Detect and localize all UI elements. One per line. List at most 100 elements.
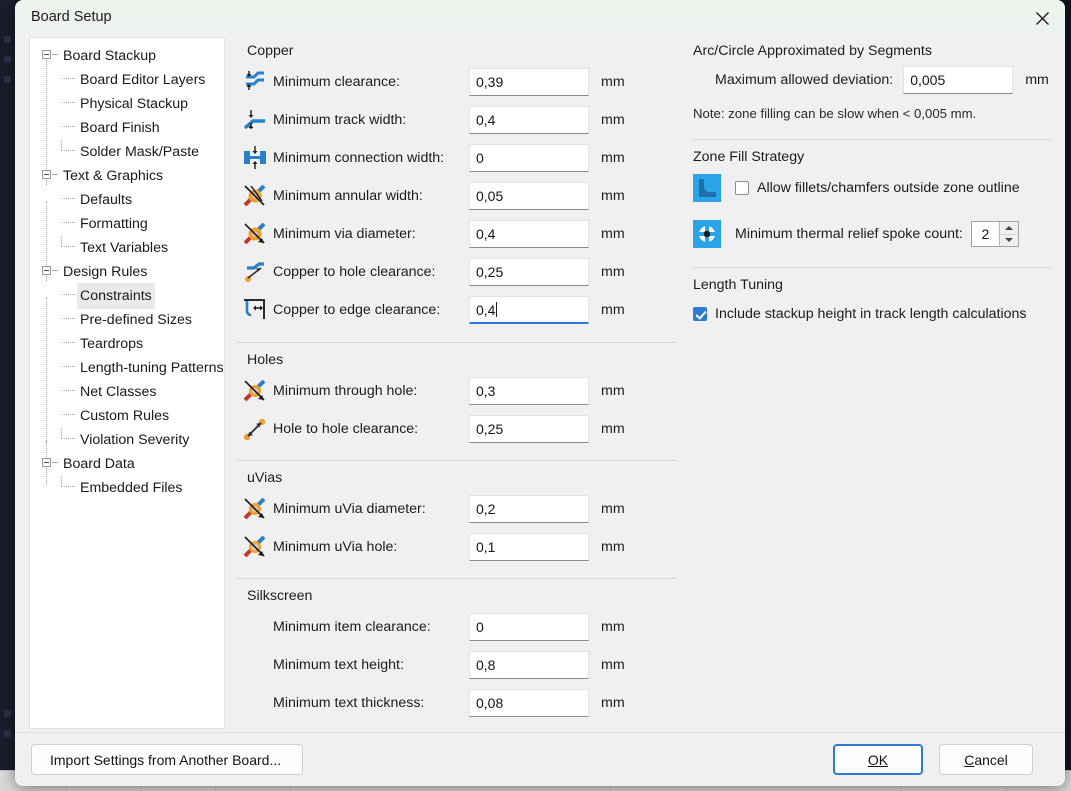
zone-filling-note: Note: zone filling can be slow when < 0,… xyxy=(693,106,977,121)
stepper-down-button[interactable] xyxy=(999,233,1018,247)
field-label: Minimum clearance: xyxy=(273,74,400,90)
hole-to-hole-clearance-input[interactable]: 0,25 xyxy=(469,415,589,443)
sidebar-item-custom-rules[interactable]: Custom Rules xyxy=(30,403,224,427)
dialog-body: Board Stackup Board Editor Layers Physic… xyxy=(15,37,1065,733)
minimum-uvia-hole-input[interactable]: 0,1 xyxy=(469,533,589,561)
sidebar-item-teardrops[interactable]: Teardrops xyxy=(30,331,224,355)
field-value: 0,08 xyxy=(476,695,504,711)
expander-icon[interactable] xyxy=(42,50,51,59)
field-row-minimum-uvia-diameter: Minimum uVia diameter: 0,2 mm xyxy=(237,490,677,528)
settings-tree[interactable]: Board Stackup Board Editor Layers Physic… xyxy=(29,37,225,729)
field-row-copper-to-edge-clearance: Copper to edge clearance: 0,4 mm xyxy=(237,291,677,329)
expander-icon[interactable] xyxy=(42,170,51,179)
copper-to-hole-clearance-input[interactable]: 0,25 xyxy=(469,258,589,286)
sidebar-item-label: Formatting xyxy=(80,216,148,232)
field-value: 0,05 xyxy=(476,188,504,204)
sidebar-item-pre-defined-sizes[interactable]: Pre-defined Sizes xyxy=(30,307,224,331)
minimum-text-thickness-input[interactable]: 0,08 xyxy=(469,689,589,717)
sidebar-item-formatting[interactable]: Formatting xyxy=(30,211,224,235)
sidebar-item-board-stackup[interactable]: Board Stackup xyxy=(30,43,224,67)
sidebar-item-label: Solder Mask/Paste xyxy=(80,144,200,160)
ok-button[interactable]: OK xyxy=(833,744,923,775)
min-through-hole-icon xyxy=(237,376,273,406)
sidebar-item-board-editor-layers[interactable]: Board Editor Layers xyxy=(30,67,224,91)
sidebar-item-violation-severity[interactable]: Violation Severity xyxy=(30,427,224,451)
sidebar-item-label: Board Finish xyxy=(80,120,160,136)
field-unit: mm xyxy=(601,421,625,437)
close-icon xyxy=(1035,12,1049,25)
field-label: Minimum track width: xyxy=(273,112,407,128)
field-label: Minimum text height: xyxy=(273,657,404,673)
min-clearance-icon xyxy=(237,67,273,97)
sidebar-item-text-variables[interactable]: Text Variables xyxy=(30,235,224,259)
include-stackup-checkbox[interactable] xyxy=(693,307,707,321)
silkscreen-group-title: Silkscreen xyxy=(247,588,313,604)
spoke-count-value: 2 xyxy=(981,226,990,242)
minimum-annular-width-input[interactable]: 0,05 xyxy=(469,182,589,210)
maximum-allowed-deviation-input[interactable]: 0,005 xyxy=(903,66,1014,94)
sidebar-item-board-finish[interactable]: Board Finish xyxy=(30,115,224,139)
cancel-button[interactable]: Cancel xyxy=(939,744,1033,775)
field-label: Copper to hole clearance: xyxy=(273,264,436,280)
sidebar-item-defaults[interactable]: Defaults xyxy=(30,187,224,211)
sidebar-item-label: Pre-defined Sizes xyxy=(80,312,192,328)
minimum-through-hole-input[interactable]: 0,3 xyxy=(469,377,589,405)
close-button[interactable] xyxy=(1019,0,1065,37)
uvias-group-title: uVias xyxy=(247,470,283,486)
field-label: Minimum uVia diameter: xyxy=(273,501,426,517)
stepper-up-button[interactable] xyxy=(1000,222,1018,234)
sidebar-item-constraints[interactable]: Constraints xyxy=(30,283,224,309)
minimum-via-diameter-input[interactable]: 0,4 xyxy=(469,220,589,248)
sidebar-item-label: Board Editor Layers xyxy=(80,72,206,88)
minimum-text-height-input[interactable]: 0,8 xyxy=(469,651,589,679)
sidebar-item-solder-mask-paste[interactable]: Solder Mask/Paste xyxy=(30,139,224,163)
field-value: 0 xyxy=(476,150,484,166)
field-value: 0,25 xyxy=(476,264,504,280)
field-row-minimum-track-width: Minimum track width: 0,4 mm xyxy=(237,101,677,139)
copper-group-title: Copper xyxy=(247,43,294,59)
sidebar-item-label: Defaults xyxy=(80,192,133,208)
sidebar-item-label: Embedded Files xyxy=(80,480,183,496)
expander-icon[interactable] xyxy=(42,458,51,467)
field-row-minimum-via-diameter: Minimum via diameter: 0,4 mm xyxy=(237,215,677,253)
sidebar-item-physical-stackup[interactable]: Physical Stackup xyxy=(30,91,224,115)
minimum-track-width-input[interactable]: 0,4 xyxy=(469,106,589,134)
minimum-connection-width-input[interactable]: 0 xyxy=(469,144,589,172)
sidebar-item-length-tuning-patterns[interactable]: Length-tuning Patterns xyxy=(30,355,224,379)
sidebar-item-design-rules[interactable]: Design Rules xyxy=(30,259,224,283)
field-row-copper-to-hole-clearance: Copper to hole clearance: 0,25 mm xyxy=(237,253,677,291)
minimum-clearance-input[interactable]: 0,39 xyxy=(469,68,589,96)
field-unit: mm xyxy=(601,619,625,635)
dialog-titlebar[interactable]: Board Setup xyxy=(15,0,1065,38)
sidebar-item-board-data[interactable]: Board Data xyxy=(30,451,224,475)
board-setup-dialog: Board Setup Board Stackup Board Editor L… xyxy=(15,0,1065,786)
spoke-count-label: Minimum thermal relief spoke count: xyxy=(735,226,963,242)
allow-fillets-checkbox[interactable] xyxy=(735,181,749,195)
minimum-uvia-diameter-input[interactable]: 0,2 xyxy=(469,495,589,523)
spoke-count-stepper[interactable]: 2 xyxy=(970,221,1019,247)
min-connection-width-icon xyxy=(237,143,273,173)
expander-icon[interactable] xyxy=(42,266,51,275)
field-row-minimum-uvia-hole: Minimum uVia hole: 0,1 mm xyxy=(237,528,677,566)
field-value: 0,2 xyxy=(476,501,496,517)
import-settings-button[interactable]: Import Settings from Another Board... xyxy=(31,744,303,775)
field-unit: mm xyxy=(601,657,625,673)
copper-to-edge-clearance-input[interactable]: 0,4 xyxy=(469,296,589,324)
stepper-arrows[interactable] xyxy=(998,222,1018,247)
minimum-item-clearance-input[interactable]: 0 xyxy=(469,613,589,641)
sidebar-item-text-graphics[interactable]: Text & Graphics xyxy=(30,163,224,187)
field-label: Minimum via diameter: xyxy=(273,226,416,242)
field-row-maximum-allowed-deviation: Maximum allowed deviation: 0,005 mm xyxy=(693,63,1051,97)
sidebar-item-label: Text Variables xyxy=(80,240,169,256)
field-value: 0,39 xyxy=(476,74,504,90)
field-value: 0,005 xyxy=(910,72,946,88)
zone-fill-group-title: Zone Fill Strategy xyxy=(693,149,805,165)
field-value: 0,3 xyxy=(476,383,496,399)
ok-button-label: OK xyxy=(867,751,889,768)
field-label: Minimum item clearance: xyxy=(273,619,431,635)
field-unit: mm xyxy=(1025,72,1049,88)
sidebar-item-net-classes[interactable]: Net Classes xyxy=(30,379,224,403)
spoke-count-row: Minimum thermal relief spoke count: 2 xyxy=(693,217,1051,251)
sidebar-item-embedded-files[interactable]: Embedded Files xyxy=(30,475,224,499)
